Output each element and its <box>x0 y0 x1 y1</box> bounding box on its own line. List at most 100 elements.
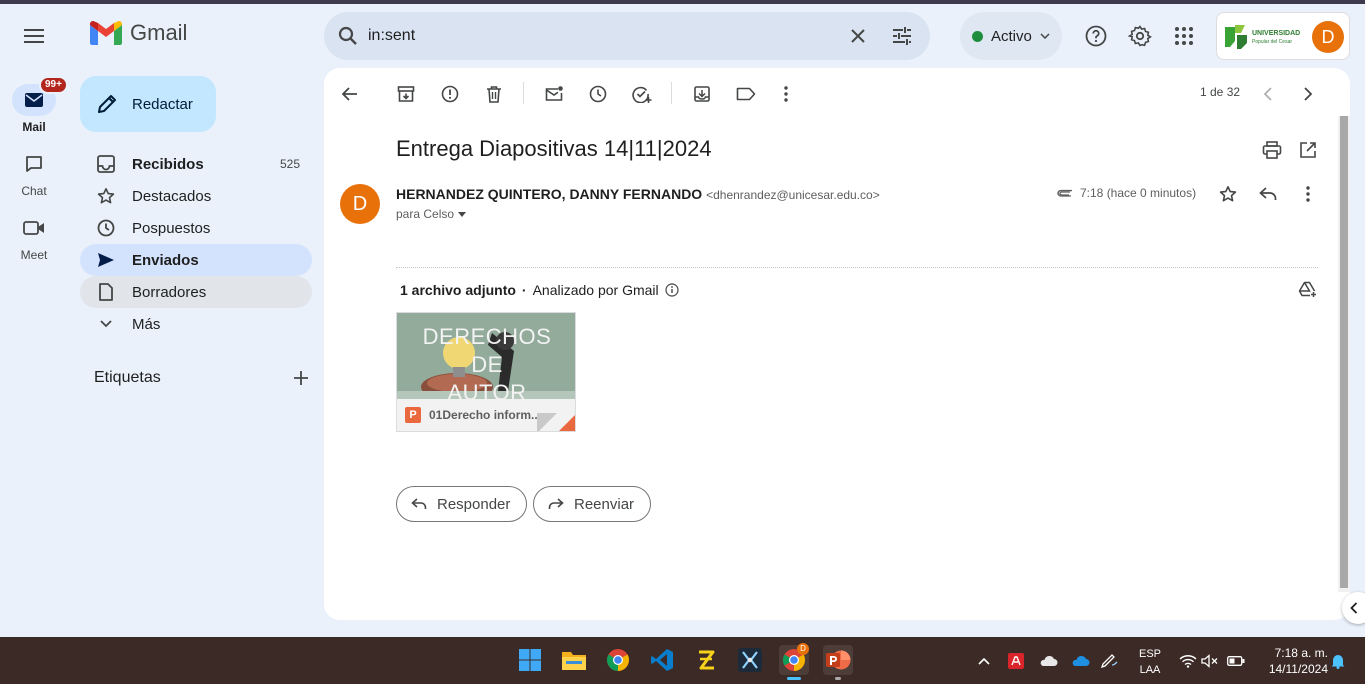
taskbar-powerpoint[interactable] <box>823 645 853 680</box>
back-button[interactable] <box>336 80 364 108</box>
status-selector[interactable]: Activo <box>960 12 1062 60</box>
nav-item-more[interactable]: Más <box>80 308 312 340</box>
print-all-button[interactable] <box>1258 136 1286 164</box>
nav-item-starred[interactable]: Destacados <box>80 180 312 212</box>
reply-pill-button[interactable]: Responder <box>396 486 528 522</box>
search-input[interactable] <box>368 24 808 48</box>
clear-search-icon[interactable] <box>846 24 870 48</box>
slide-title-line: AUTOR <box>447 380 527 399</box>
sender-avatar[interactable]: D <box>340 184 380 224</box>
older-button[interactable] <box>1294 80 1322 108</box>
game-app-icon <box>738 648 762 672</box>
slide-title: DERECHOS DE AUTOR <box>397 323 575 399</box>
gear-icon <box>1128 25 1152 47</box>
attachment-thumbnail: DERECHOS DE AUTOR <box>397 313 575 399</box>
taskbar-vscode[interactable] <box>647 645 677 675</box>
start-button[interactable] <box>515 645 545 675</box>
draft-icon <box>96 282 116 302</box>
rail-mail[interactable]: 99+ Mail <box>0 76 68 134</box>
taskbar-chrome-profile[interactable]: D <box>779 643 809 680</box>
forward-pill-button[interactable]: Reenviar <box>533 486 652 522</box>
nav-item-snoozed[interactable]: Pospuestos <box>80 212 312 244</box>
volume-status[interactable] <box>1200 651 1220 671</box>
move-to-icon <box>694 86 710 102</box>
attachments-header: 1 archivo adjunto · Analizado por Gmail <box>400 282 679 298</box>
compose-label: Redactar <box>132 95 193 113</box>
tray-app-red[interactable] <box>1006 651 1026 671</box>
settings-button[interactable] <box>1124 20 1156 52</box>
delete-button[interactable] <box>480 80 508 108</box>
mark-unread-button[interactable] <box>540 80 568 108</box>
wifi-icon <box>1179 655 1197 668</box>
message-view: 1 de 32 Entrega Diapositivas 14|11|2024 … <box>324 68 1350 620</box>
account-avatar[interactable]: D <box>1312 21 1344 53</box>
taskbar-file-explorer[interactable] <box>559 645 589 675</box>
scrollbar[interactable] <box>1338 116 1350 592</box>
taskbar-app-z[interactable] <box>691 645 721 675</box>
nav-item-drafts[interactable]: Borradores <box>80 276 312 308</box>
status-label: Activo <box>991 27 1032 45</box>
star-icon <box>96 186 116 206</box>
nav-item-sent[interactable]: Enviados <box>80 244 312 276</box>
input-language[interactable]: ESP LAA <box>1134 646 1166 678</box>
caret-down-icon <box>458 211 467 217</box>
attachment-card[interactable]: DERECHOS DE AUTOR P 01Derecho inform... <box>396 312 576 432</box>
reply-button[interactable] <box>1254 180 1282 208</box>
wifi-status[interactable] <box>1178 651 1198 671</box>
search-options-icon[interactable] <box>890 24 914 48</box>
tray-onedrive-personal[interactable] <box>1038 651 1058 671</box>
search-bar[interactable] <box>324 12 930 60</box>
attachment-filename: 01Derecho inform... <box>429 408 542 422</box>
nav-item-label: Destacados <box>132 187 212 205</box>
google-apps-button[interactable] <box>1168 20 1200 52</box>
add-all-to-drive-button[interactable] <box>1294 276 1322 304</box>
newer-button[interactable] <box>1254 80 1282 108</box>
info-icon[interactable] <box>665 283 679 297</box>
mark-unread-icon <box>545 86 563 101</box>
nav-item-inbox[interactable]: Recibidos 525 <box>80 148 312 180</box>
label-button[interactable] <box>732 80 760 108</box>
add-to-tasks-button[interactable] <box>628 80 656 108</box>
chevron-right-icon <box>1304 87 1313 101</box>
side-panel-toggle[interactable] <box>1342 592 1365 624</box>
adobe-icon <box>1008 653 1024 669</box>
print-icon <box>1262 141 1282 159</box>
send-icon <box>96 250 116 270</box>
apps-grid-icon <box>1175 27 1193 45</box>
message-more-button[interactable] <box>1294 180 1322 208</box>
sender-line[interactable]: HERNANDEZ QUINTERO, DANNY FERNANDO <dhen… <box>396 186 880 202</box>
snooze-button[interactable] <box>584 80 612 108</box>
battery-status[interactable] <box>1226 651 1246 671</box>
account-switcher[interactable]: UNIVERSIDAD Popular del Cesar D <box>1216 12 1350 60</box>
more-actions-button[interactable] <box>772 80 800 108</box>
battery-icon <box>1227 656 1245 666</box>
show-hidden-icons[interactable] <box>974 651 994 671</box>
message-time: 7:18 (hace 0 minutos) <box>1080 186 1197 200</box>
clock[interactable]: 7:18 a. m. 14/11/2024 <box>1256 645 1328 677</box>
pen-icon <box>1100 654 1118 669</box>
open-new-window-button[interactable] <box>1294 136 1322 164</box>
archive-icon <box>397 86 415 102</box>
taskbar-chrome[interactable] <box>603 645 633 675</box>
gmail-m-icon <box>90 21 122 45</box>
search-icon[interactable] <box>336 24 360 48</box>
report-spam-button[interactable] <box>436 80 464 108</box>
recipients-toggle[interactable]: para Celso <box>396 207 467 221</box>
tray-onedrive[interactable] <box>1070 651 1090 671</box>
rail-meet[interactable]: Meet <box>0 212 68 262</box>
reply-icon <box>411 498 427 509</box>
tray-pen[interactable] <box>1100 651 1120 671</box>
rail-chat[interactable]: Chat <box>0 148 68 198</box>
add-label-button[interactable] <box>294 371 308 385</box>
notifications-button[interactable] <box>1328 651 1348 671</box>
scrollbar-thumb[interactable] <box>1340 116 1348 588</box>
taskbar-game[interactable] <box>735 645 765 675</box>
archive-button[interactable] <box>392 80 420 108</box>
university-logo-line2: Popular del Cesar <box>1252 39 1292 45</box>
support-button[interactable] <box>1080 20 1112 52</box>
star-button[interactable] <box>1214 180 1242 208</box>
compose-button[interactable]: Redactar <box>80 76 216 132</box>
gmail-logo[interactable]: Gmail <box>90 20 187 46</box>
cloud-icon <box>1040 655 1058 666</box>
move-to-button[interactable] <box>688 80 716 108</box>
